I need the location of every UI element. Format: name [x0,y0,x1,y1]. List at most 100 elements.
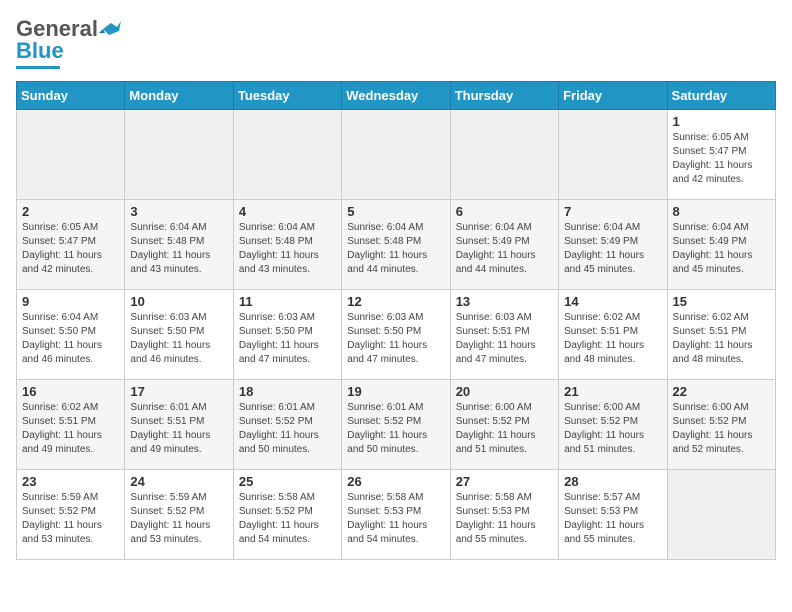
day-info: Sunrise: 6:03 AM Sunset: 5:50 PM Dayligh… [130,311,227,367]
week-row-5: 23Sunrise: 5:59 AM Sunset: 5:52 PM Dayli… [17,470,776,560]
day-info: Sunrise: 6:02 AM Sunset: 5:51 PM Dayligh… [673,311,770,367]
day-cell: 26 Sunrise: 5:58 AM Sunset: 5:53 PM Dayli… [342,470,450,560]
weekday-header-thursday: Thursday [450,82,558,110]
day-number: 17 [130,384,227,399]
day-number: 8 [673,204,770,219]
header: General Blue [16,16,776,69]
day-cell [233,110,341,200]
day-info: Sunrise: 6:04 AM Sunset: 5:48 PM Dayligh… [239,221,336,277]
day-info: Sunrise: 6:04 AM Sunset: 5:49 PM Dayligh… [564,221,661,277]
weekday-header-saturday: Saturday [667,82,775,110]
day-number: 16 [22,384,119,399]
week-row-1: 1Sunrise: 6:05 AM Sunset: 5:47 PM Daylig… [17,110,776,200]
day-info: Sunrise: 6:01 AM Sunset: 5:52 PM Dayligh… [239,401,336,457]
week-row-3: 9 Sunrise: 6:04 AM Sunset: 5:50 PM Daylig… [17,290,776,380]
day-cell: 15 Sunrise: 6:02 AM Sunset: 5:51 PM Dayli… [667,290,775,380]
day-number: 2 [22,204,119,219]
day-number: 21 [564,384,661,399]
day-info: Sunrise: 6:03 AM Sunset: 5:50 PM Dayligh… [239,311,336,367]
logo-underline [16,66,60,69]
weekday-header-monday: Monday [125,82,233,110]
day-cell: 9 Sunrise: 6:04 AM Sunset: 5:50 PM Daylig… [17,290,125,380]
day-cell: 14Sunrise: 6:02 AM Sunset: 5:51 PM Dayli… [559,290,667,380]
day-info: Sunrise: 6:02 AM Sunset: 5:51 PM Dayligh… [564,311,661,367]
day-cell: 1Sunrise: 6:05 AM Sunset: 5:47 PM Daylig… [667,110,775,200]
day-number: 7 [564,204,661,219]
day-number: 27 [456,474,553,489]
day-cell: 4 Sunrise: 6:04 AM Sunset: 5:48 PM Daylig… [233,200,341,290]
day-cell: 3 Sunrise: 6:04 AM Sunset: 5:48 PM Daylig… [125,200,233,290]
day-cell [559,110,667,200]
day-cell: 28 Sunrise: 5:57 AM Sunset: 5:53 PM Dayli… [559,470,667,560]
day-info: Sunrise: 6:03 AM Sunset: 5:51 PM Dayligh… [456,311,553,367]
day-cell: 18 Sunrise: 6:01 AM Sunset: 5:52 PM Dayli… [233,380,341,470]
day-cell: 12 Sunrise: 6:03 AM Sunset: 5:50 PM Dayli… [342,290,450,380]
day-number: 26 [347,474,444,489]
calendar: SundayMondayTuesdayWednesdayThursdayFrid… [16,81,776,560]
day-number: 5 [347,204,444,219]
day-info: Sunrise: 6:04 AM Sunset: 5:48 PM Dayligh… [347,221,444,277]
weekday-header-friday: Friday [559,82,667,110]
day-cell: 23Sunrise: 5:59 AM Sunset: 5:52 PM Dayli… [17,470,125,560]
day-cell: 10 Sunrise: 6:03 AM Sunset: 5:50 PM Dayli… [125,290,233,380]
day-number: 11 [239,294,336,309]
day-info: Sunrise: 6:03 AM Sunset: 5:50 PM Dayligh… [347,311,444,367]
day-info: Sunrise: 6:04 AM Sunset: 5:48 PM Dayligh… [130,221,227,277]
day-number: 19 [347,384,444,399]
day-number: 25 [239,474,336,489]
day-number: 3 [130,204,227,219]
day-cell [450,110,558,200]
day-cell: 6Sunrise: 6:04 AM Sunset: 5:49 PM Daylig… [450,200,558,290]
day-info: Sunrise: 6:01 AM Sunset: 5:51 PM Dayligh… [130,401,227,457]
day-cell: 24 Sunrise: 5:59 AM Sunset: 5:52 PM Dayli… [125,470,233,560]
day-cell: 22Sunrise: 6:00 AM Sunset: 5:52 PM Dayli… [667,380,775,470]
day-number: 28 [564,474,661,489]
day-number: 24 [130,474,227,489]
day-number: 10 [130,294,227,309]
day-cell: 25 Sunrise: 5:58 AM Sunset: 5:52 PM Dayli… [233,470,341,560]
day-number: 4 [239,204,336,219]
day-cell: 20 Sunrise: 6:00 AM Sunset: 5:52 PM Dayli… [450,380,558,470]
day-number: 6 [456,204,553,219]
day-info: Sunrise: 5:59 AM Sunset: 5:52 PM Dayligh… [130,491,227,547]
day-info: Sunrise: 5:59 AM Sunset: 5:52 PM Dayligh… [22,491,119,547]
day-info: Sunrise: 6:05 AM Sunset: 5:47 PM Dayligh… [673,131,770,187]
day-number: 9 [22,294,119,309]
day-cell [17,110,125,200]
day-cell [667,470,775,560]
day-cell: 5 Sunrise: 6:04 AM Sunset: 5:48 PM Daylig… [342,200,450,290]
day-info: Sunrise: 6:04 AM Sunset: 5:50 PM Dayligh… [22,311,119,367]
day-cell: 7 Sunrise: 6:04 AM Sunset: 5:49 PM Daylig… [559,200,667,290]
day-cell: 16 Sunrise: 6:02 AM Sunset: 5:51 PM Dayli… [17,380,125,470]
weekday-header-row: SundayMondayTuesdayWednesdayThursdayFrid… [17,82,776,110]
day-number: 12 [347,294,444,309]
day-info: Sunrise: 6:05 AM Sunset: 5:47 PM Dayligh… [22,221,119,277]
day-cell: 19 Sunrise: 6:01 AM Sunset: 5:52 PM Dayli… [342,380,450,470]
day-cell: 11 Sunrise: 6:03 AM Sunset: 5:50 PM Dayli… [233,290,341,380]
day-cell: 27 Sunrise: 5:58 AM Sunset: 5:53 PM Dayli… [450,470,558,560]
day-info: Sunrise: 6:04 AM Sunset: 5:49 PM Dayligh… [673,221,770,277]
day-info: Sunrise: 6:00 AM Sunset: 5:52 PM Dayligh… [456,401,553,457]
day-cell: 13 Sunrise: 6:03 AM Sunset: 5:51 PM Dayli… [450,290,558,380]
day-cell: 21 Sunrise: 6:00 AM Sunset: 5:52 PM Dayli… [559,380,667,470]
week-row-4: 16 Sunrise: 6:02 AM Sunset: 5:51 PM Dayli… [17,380,776,470]
weekday-header-tuesday: Tuesday [233,82,341,110]
day-info: Sunrise: 6:02 AM Sunset: 5:51 PM Dayligh… [22,401,119,457]
day-number: 20 [456,384,553,399]
day-cell [342,110,450,200]
day-info: Sunrise: 5:58 AM Sunset: 5:52 PM Dayligh… [239,491,336,547]
day-number: 22 [673,384,770,399]
logo: General Blue [16,16,122,69]
weekday-header-wednesday: Wednesday [342,82,450,110]
day-cell: 2 Sunrise: 6:05 AM Sunset: 5:47 PM Daylig… [17,200,125,290]
day-info: Sunrise: 5:57 AM Sunset: 5:53 PM Dayligh… [564,491,661,547]
day-number: 15 [673,294,770,309]
day-info: Sunrise: 5:58 AM Sunset: 5:53 PM Dayligh… [347,491,444,547]
day-info: Sunrise: 5:58 AM Sunset: 5:53 PM Dayligh… [456,491,553,547]
logo-blue: Blue [16,38,64,64]
day-cell [125,110,233,200]
day-info: Sunrise: 6:01 AM Sunset: 5:52 PM Dayligh… [347,401,444,457]
day-info: Sunrise: 6:00 AM Sunset: 5:52 PM Dayligh… [564,401,661,457]
day-number: 18 [239,384,336,399]
day-number: 13 [456,294,553,309]
